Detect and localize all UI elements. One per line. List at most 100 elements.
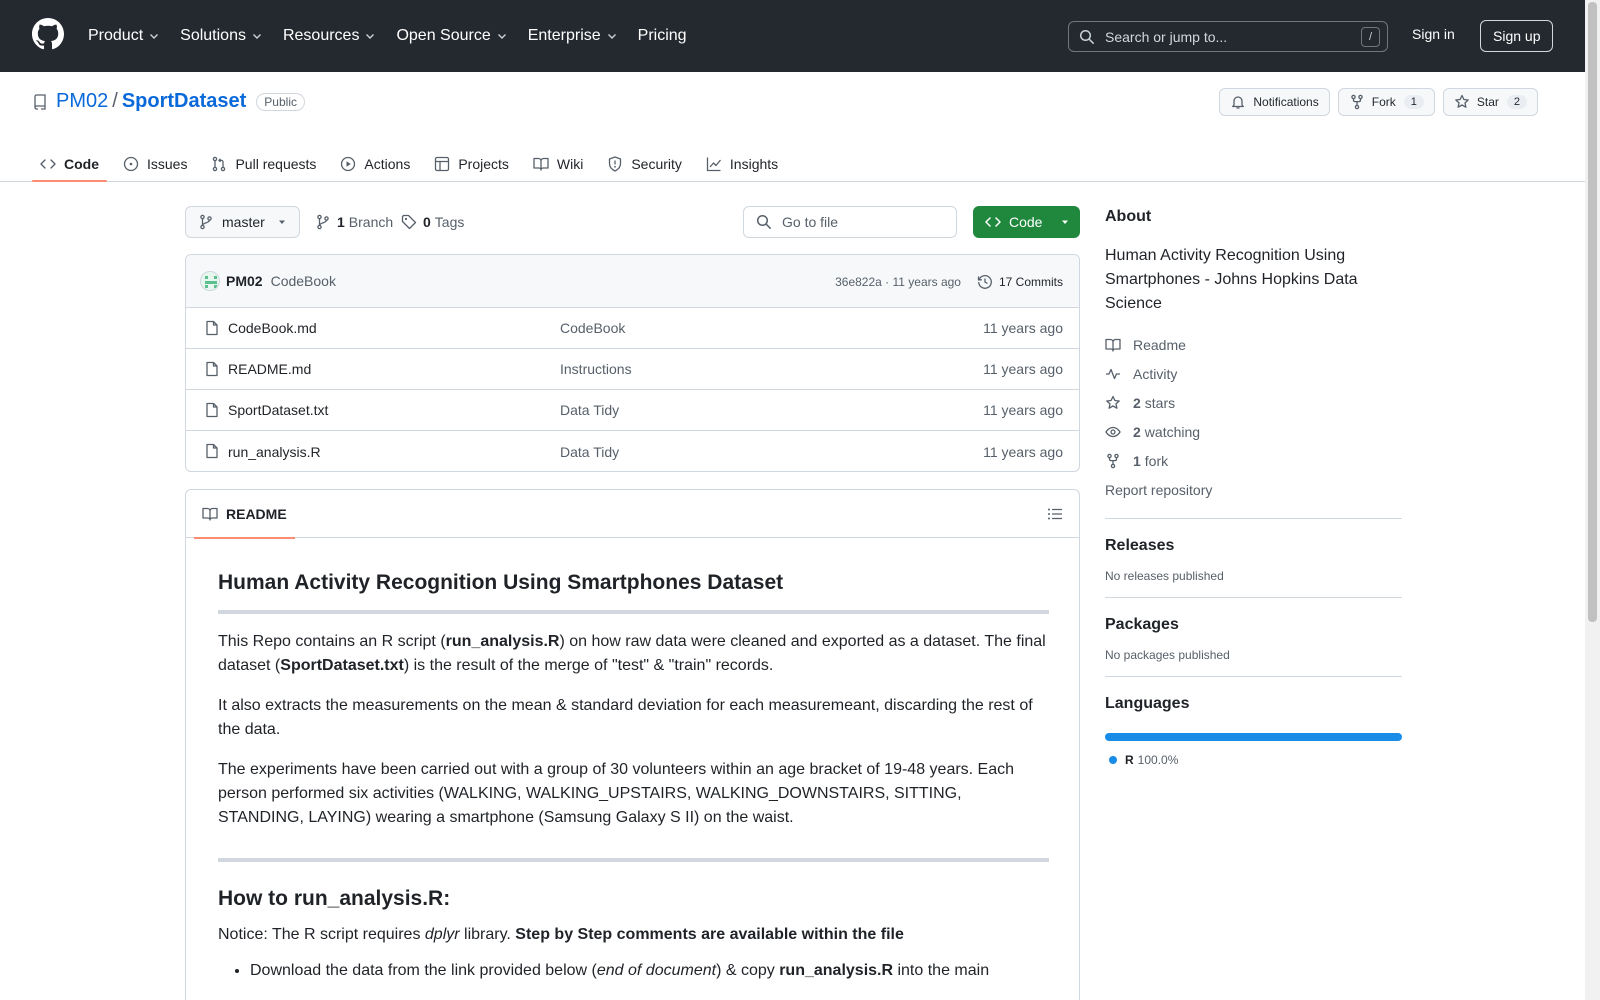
language-item[interactable]: R 100.0% xyxy=(1105,753,1402,767)
packages-empty-text: No packages published xyxy=(1105,648,1230,662)
global-search-input[interactable]: Search or jump to... / xyxy=(1068,21,1388,52)
commit-message-link[interactable]: CodeBook xyxy=(271,273,336,289)
branches-link[interactable]: 1 Branch xyxy=(315,206,393,238)
pulse-icon xyxy=(1106,368,1120,379)
bell-icon xyxy=(1232,96,1245,109)
packages-title[interactable]: Packages xyxy=(1105,616,1402,634)
nav-label: Open Source xyxy=(396,27,491,44)
branch-label: Branch xyxy=(348,214,394,230)
file-name-link[interactable]: run_analysis.R xyxy=(228,444,321,460)
file-name-link[interactable]: SportDataset.txt xyxy=(228,402,328,418)
star-count: 2 xyxy=(1506,95,1527,109)
file-commit-message[interactable]: Instructions xyxy=(560,361,632,377)
play-icon xyxy=(341,156,356,172)
fork-label: Fork xyxy=(1371,95,1396,109)
file-list: PM02 CodeBook 36e822a · 11 years ago 17 … xyxy=(185,254,1080,472)
github-logo-icon[interactable] xyxy=(32,18,64,50)
code-icon xyxy=(985,217,1001,227)
tab-actions[interactable]: Actions xyxy=(332,146,418,182)
divider xyxy=(1105,676,1402,677)
sign-in-link[interactable]: Sign in xyxy=(1412,26,1455,42)
report-repository-link[interactable]: Report repository xyxy=(1105,475,1402,504)
avatar[interactable] xyxy=(200,271,220,291)
file-commit-message[interactable]: Data Tidy xyxy=(560,444,619,460)
readme-paragraph: Notice: The R script requires dplyr libr… xyxy=(218,923,1049,947)
forks-link[interactable]: 1 fork xyxy=(1105,446,1402,475)
page-scrollbar[interactable] xyxy=(1585,0,1600,1000)
file-commit-message[interactable]: Data Tidy xyxy=(560,402,619,418)
code-icon xyxy=(40,159,56,169)
bold-text: Step by Step comments are available with… xyxy=(515,925,904,943)
nav-open-source[interactable]: Open Source xyxy=(396,27,507,45)
chevron-down-icon xyxy=(607,34,616,39)
notifications-button[interactable]: Notifications xyxy=(1219,88,1330,116)
repo-title: PM02 / SportDataset Public xyxy=(32,90,305,113)
sign-up-button[interactable]: Sign up xyxy=(1480,20,1554,52)
releases-title[interactable]: Releases xyxy=(1105,537,1402,555)
watchers-link[interactable]: 2 watching xyxy=(1105,417,1402,446)
bold-text: run_analysis.R xyxy=(779,961,894,979)
activity-link[interactable]: Activity xyxy=(1105,359,1402,388)
language-percent: 100.0% xyxy=(1137,753,1179,767)
text-span: Download the data from the link provided… xyxy=(250,961,597,979)
bold-text: run_analysis.R xyxy=(445,633,560,651)
nav-solutions[interactable]: Solutions xyxy=(180,27,263,45)
tags-link[interactable]: 0 Tags xyxy=(401,206,464,238)
eye-icon xyxy=(1105,426,1121,437)
history-icon xyxy=(977,274,992,289)
bold-text: SportDataset.txt xyxy=(280,657,404,675)
pull-request-icon xyxy=(213,156,226,172)
tab-pull-requests[interactable]: Pull requests xyxy=(203,146,324,182)
nav-pricing[interactable]: Pricing xyxy=(638,27,687,45)
issue-icon xyxy=(123,156,139,172)
readme-tab[interactable]: README xyxy=(194,490,295,539)
commit-hash-time[interactable]: 36e822a · 11 years ago xyxy=(835,275,961,289)
tag-icon xyxy=(401,214,417,230)
tag-label: Tags xyxy=(434,214,465,230)
file-commit-message[interactable]: CodeBook xyxy=(560,320,625,336)
list-unordered-icon[interactable] xyxy=(1047,506,1063,522)
repo-owner-link[interactable]: PM02 xyxy=(56,90,108,113)
nav-enterprise[interactable]: Enterprise xyxy=(528,27,618,45)
file-name-link[interactable]: README.md xyxy=(228,361,311,377)
go-to-file-input[interactable]: Go to file xyxy=(743,206,957,238)
branch-select-button[interactable]: master xyxy=(185,206,300,238)
commits-history-link[interactable]: 17 Commits xyxy=(977,274,1063,290)
fork-count: 1 xyxy=(1133,452,1141,469)
nav-label: Enterprise xyxy=(527,27,601,44)
tab-label: Security xyxy=(631,156,682,172)
star-button[interactable]: Star 2 xyxy=(1442,88,1538,116)
fork-button[interactable]: Fork 1 xyxy=(1337,88,1435,116)
commits-count-label: 17 Commits xyxy=(998,274,1063,289)
file-name-link[interactable]: CodeBook.md xyxy=(228,320,317,336)
language-name: R xyxy=(1125,753,1134,767)
table-row: run_analysis.R Data Tidy 11 years ago xyxy=(186,431,1079,471)
book-icon xyxy=(202,507,218,521)
search-icon xyxy=(756,214,771,229)
stars-link[interactable]: 2 stars xyxy=(1105,388,1402,417)
tab-code[interactable]: Code xyxy=(32,146,107,182)
repo-description: Human Activity Recognition Using Smartph… xyxy=(1105,247,1358,312)
tab-security[interactable]: Security xyxy=(599,146,690,182)
nav-resources[interactable]: Resources xyxy=(283,27,376,45)
text-span: ) & copy xyxy=(716,961,780,979)
tab-label: Actions xyxy=(364,156,411,172)
global-nav: Product Solutions Resources Open Source … xyxy=(88,0,707,72)
table-row: README.md Instructions 11 years ago xyxy=(186,349,1079,390)
repo-name-link[interactable]: SportDataset xyxy=(122,90,246,113)
code-dropdown-button[interactable]: Code xyxy=(973,206,1080,238)
tab-wiki[interactable]: Wiki xyxy=(525,146,591,182)
commit-author-link[interactable]: PM02 xyxy=(226,273,263,289)
search-shortcut-key: / xyxy=(1361,26,1380,47)
readme-content: Human Activity Recognition Using Smartph… xyxy=(218,538,1049,983)
tab-label: Projects xyxy=(458,156,509,172)
scrollbar-thumb[interactable] xyxy=(1588,2,1597,622)
tab-issues[interactable]: Issues xyxy=(115,146,195,182)
tab-label: Insights xyxy=(729,156,779,172)
tab-insights[interactable]: Insights xyxy=(698,146,786,182)
readme-list: Download the data from the link provided… xyxy=(218,959,1049,983)
tab-projects[interactable]: Projects xyxy=(426,146,517,182)
text-span: ) is the result of the merge of "test" &… xyxy=(403,657,774,675)
nav-product[interactable]: Product xyxy=(88,27,160,45)
readme-link[interactable]: Readme xyxy=(1105,330,1402,359)
